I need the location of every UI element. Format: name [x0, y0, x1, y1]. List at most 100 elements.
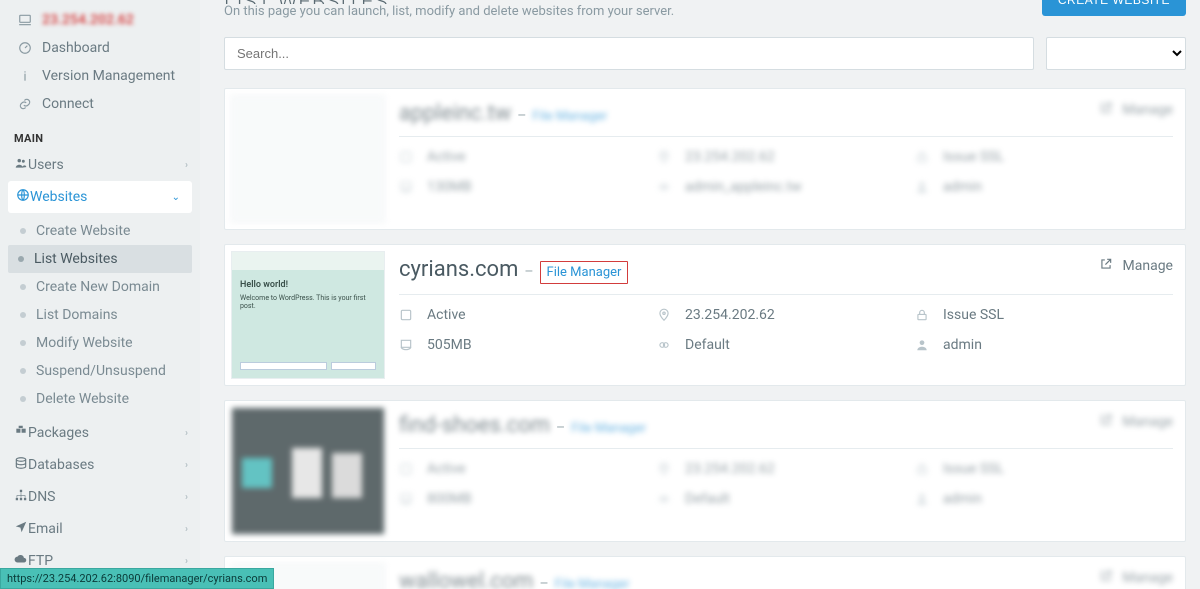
user-value: admin	[943, 491, 982, 507]
page-header: LIST WEBSITES On this page you can launc…	[224, 0, 1186, 29]
sidebar-item-email[interactable]: Email ›	[0, 513, 200, 545]
disk-icon	[399, 180, 413, 194]
sidebar-hostname[interactable]: 23.254.202.62	[0, 6, 200, 34]
user-value: admin	[943, 337, 982, 353]
sidebar-item-version[interactable]: Version Management	[0, 62, 200, 90]
website-card: Managefind-shoes.com–File ManagerActive2…	[224, 400, 1186, 542]
websites-submenu: Create Website List Websites Create New …	[0, 213, 200, 417]
hostname-label: 23.254.202.62	[42, 12, 134, 28]
sidebar-item-dns[interactable]: DNS ›	[0, 481, 200, 513]
chevron-down-icon: ⌄	[172, 192, 180, 203]
size-value: 130MB	[427, 179, 472, 195]
chevron-right-icon: ›	[185, 160, 188, 171]
sidebar-item-dashboard[interactable]: Dashboard	[0, 34, 200, 62]
php-value: Default	[685, 491, 730, 507]
subitem-modify-website[interactable]: Modify Website	[0, 329, 200, 357]
manage-link[interactable]: Manage	[1099, 101, 1173, 119]
user-icon	[915, 338, 929, 352]
globe-icon	[16, 188, 30, 206]
user-icon	[915, 492, 929, 506]
file-manager-link[interactable]: File Manager	[532, 109, 607, 124]
pin-icon	[657, 462, 671, 476]
domain-name[interactable]: find-shoes.com	[399, 413, 550, 438]
manage-link[interactable]: Manage	[1099, 257, 1173, 275]
users-icon	[14, 156, 28, 174]
status-icon	[399, 308, 413, 322]
sidebar-group-main: MAIN	[0, 124, 200, 149]
disk-icon	[399, 338, 413, 352]
website-card: Hello world!Welcome to WordPress. This i…	[224, 244, 1186, 386]
user-icon	[915, 180, 929, 194]
sidebar-item-users[interactable]: Users ›	[0, 149, 200, 181]
status-value: Active	[427, 149, 466, 165]
size-value: 505MB	[427, 337, 472, 353]
main-content: LIST WEBSITES On this page you can launc…	[200, 0, 1200, 589]
status-bar-url: https://23.254.202.62:8090/filemanager/c…	[0, 568, 274, 589]
file-manager-link[interactable]: File Manager	[540, 261, 629, 284]
manage-link[interactable]: Manage	[1099, 413, 1173, 431]
external-link-icon	[1099, 413, 1113, 431]
sidebar-item-connect[interactable]: Connect	[0, 90, 200, 118]
sidebar-item-packages[interactable]: Packages ›	[0, 417, 200, 449]
php-icon	[657, 338, 671, 352]
external-link-icon	[1099, 257, 1113, 275]
chevron-right-icon: ›	[185, 492, 188, 503]
website-card: Managewallowel.com–File ManagerActive23.…	[224, 556, 1186, 589]
ssl-link[interactable]: Issue SSL	[943, 461, 1004, 477]
sidebar: 23.254.202.62 Dashboard Version Manageme…	[0, 0, 200, 589]
paper-plane-icon	[14, 520, 28, 538]
lock-icon	[915, 150, 929, 164]
user-value: admin	[943, 179, 982, 195]
external-link-icon	[1099, 569, 1113, 587]
website-cards: Manageappleinc.tw–File ManagerActive23.2…	[224, 88, 1186, 589]
info-icon	[14, 69, 36, 83]
lock-icon	[915, 462, 929, 476]
status-icon	[399, 150, 413, 164]
ip-value: 23.254.202.62	[685, 149, 775, 165]
php-value: Default	[685, 337, 730, 353]
subitem-list-websites[interactable]: List Websites	[8, 245, 192, 273]
search-input[interactable]	[224, 37, 1034, 70]
php-value: admin_appleinc.tw	[685, 179, 802, 195]
filter-select[interactable]	[1046, 37, 1186, 70]
domain-name[interactable]: wallowel.com	[399, 569, 533, 589]
chevron-right-icon: ›	[185, 524, 188, 535]
website-card: Manageappleinc.tw–File ManagerActive23.2…	[224, 88, 1186, 230]
ssl-link[interactable]: Issue SSL	[943, 307, 1004, 323]
dashboard-icon	[14, 41, 36, 55]
chevron-right-icon: ›	[185, 460, 188, 471]
ip-value: 23.254.202.62	[685, 461, 775, 477]
lock-icon	[915, 308, 929, 322]
subitem-delete-website[interactable]: Delete Website	[0, 385, 200, 413]
disk-icon	[399, 492, 413, 506]
create-website-button[interactable]: CREATE WEBSITE	[1042, 0, 1186, 16]
file-manager-link[interactable]: File Manager	[555, 577, 630, 589]
pin-icon	[657, 150, 671, 164]
laptop-icon	[14, 13, 36, 27]
domain-name[interactable]: cyrians.com	[399, 257, 518, 282]
toolbar	[224, 37, 1186, 70]
database-icon	[14, 456, 28, 474]
status-value: Active	[427, 307, 466, 323]
sitemap-icon	[14, 488, 28, 506]
file-manager-link[interactable]: File Manager	[571, 421, 646, 436]
pin-icon	[657, 308, 671, 322]
subitem-suspend[interactable]: Suspend/Unsuspend	[0, 357, 200, 385]
sidebar-item-websites[interactable]: Websites ⌄	[8, 181, 192, 213]
sidebar-item-databases[interactable]: Databases ›	[0, 449, 200, 481]
ip-value: 23.254.202.62	[685, 307, 775, 323]
manage-link[interactable]: Manage	[1099, 569, 1173, 587]
subitem-create-domain[interactable]: Create New Domain	[0, 273, 200, 301]
subitem-create-website[interactable]: Create Website	[0, 217, 200, 245]
status-value: Active	[427, 461, 466, 477]
subitem-list-domains[interactable]: List Domains	[0, 301, 200, 329]
package-icon	[14, 424, 28, 442]
status-icon	[399, 462, 413, 476]
ssl-link[interactable]: Issue SSL	[943, 149, 1004, 165]
domain-name[interactable]: appleinc.tw	[399, 101, 511, 126]
php-icon	[657, 492, 671, 506]
link-icon	[14, 97, 36, 111]
size-value: 800MB	[427, 491, 472, 507]
external-link-icon	[1099, 101, 1113, 119]
chevron-right-icon: ›	[185, 556, 188, 567]
